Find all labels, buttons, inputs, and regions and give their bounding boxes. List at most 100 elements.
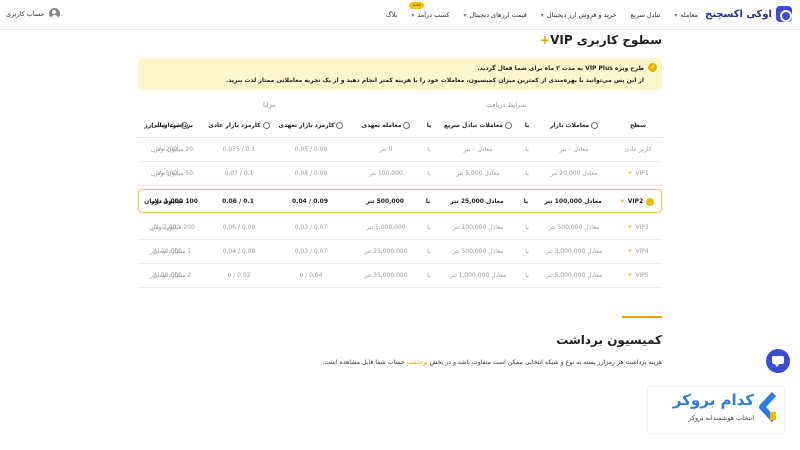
cell-crypto-withdraw: 50,000 دلار <box>150 272 182 279</box>
info-icon[interactable] <box>505 122 513 129</box>
commission-title: کمیسیون برداشت <box>556 333 662 347</box>
cell-crypto-withdraw: 500 دلار <box>154 170 178 177</box>
current-level-coin-icon <box>646 198 655 206</box>
nav-item-prices[interactable]: قیمت ارزهای دیجیتال ▾ <box>463 11 526 19</box>
site-logo[interactable]: اوکی اکسچنج <box>705 6 792 22</box>
commission-text-part: هزینه برداشت هر رمزارز بسته به نوع و شبک… <box>427 359 662 366</box>
table-row: VIP1 + معادل 20,000 تتر یا معادل 5,000 تتر یا… <box>138 162 662 186</box>
plus-icon: + <box>619 198 625 205</box>
withdraw-link[interactable]: برداشت <box>407 359 428 366</box>
cell-spot-fee: 0.02 / 0 <box>227 272 251 279</box>
vip-levels-table: سطح معاملات بازار یا معاملات تبادل سریع … <box>138 114 662 288</box>
nav-item-blog[interactable]: بلاگ <box>386 11 398 19</box>
header-or: یا <box>524 122 530 129</box>
new-badge: جدید <box>409 2 425 9</box>
cell-margin-fee: 0.04 / 0 <box>299 272 323 279</box>
header-level: سطح <box>629 122 647 129</box>
chevron-down-icon: ▾ <box>463 11 467 19</box>
cell-margin-volume: 100,000 تتر <box>369 170 403 177</box>
nav-item-trade[interactable]: معامله ▾ <box>674 11 698 19</box>
chevron-logo-icon <box>759 392 777 422</box>
cell-spot-fee: 0.09 / 0.06 <box>222 224 256 231</box>
watermark-subtitle: انتخاب هوشمندانه بروکر <box>688 414 754 422</box>
watermark-logo: کدام بروکر انتخاب هوشمندانه بروکر <box>647 386 785 434</box>
cell-crypto-withdraw: 2,000 دلار <box>151 224 181 231</box>
cell-spot-fee: 0.1 / 0.06 <box>222 198 254 205</box>
cell-or: یا <box>525 170 529 177</box>
notice-line-2: از این پس می‌توانید با بهره‌مندی از کمتر… <box>226 77 644 84</box>
cell-quick-swap: معادل 100,000 تتر <box>452 224 504 231</box>
account-menu[interactable]: حساب کاربری <box>6 8 60 19</box>
top-navbar: اوکی اکسچنج معامله ▾ تبادل سریع خرید و فر… <box>0 0 800 30</box>
cell-quick-swap: معادل 1,000,000 تتر <box>449 272 507 279</box>
vip-plus-notice: ✓ طرح ویژه VIP Plus به مدت ۳ ماه برای شم… <box>138 58 662 90</box>
header-quick-swap-trades: معاملات تبادل سریع <box>436 114 520 138</box>
cell-or: یا <box>525 248 529 255</box>
chat-support-button[interactable] <box>766 349 790 373</box>
cell-level: VIP5 + <box>614 264 662 288</box>
info-icon[interactable] <box>180 122 188 129</box>
cell-crypto-withdraw: 200 دلار <box>154 146 178 153</box>
info-icon[interactable] <box>262 122 270 129</box>
cell-or: یا <box>525 224 529 231</box>
level-name: VIP3 <box>635 224 649 231</box>
plus-icon: + <box>627 248 633 255</box>
cell-margin-fee: 0.09 / 0.05 <box>294 146 328 153</box>
cell-quick-swap: معادل ۰ تتر <box>463 146 493 153</box>
cell-spot-fee: 0.1 / 0.07 <box>224 170 254 177</box>
cell-spot-fee: 0.08 / 0.04 <box>222 248 256 255</box>
header-or: یا <box>426 122 432 129</box>
cell-level: کاربر عادی <box>614 138 662 162</box>
cell-or: یا <box>427 146 431 153</box>
chevron-down-icon: ▾ <box>540 11 544 19</box>
table-row: VIP4 + معادل 3,000,000 تتر یا معادل 500,000 … <box>138 240 662 264</box>
cell-market: معادل ۰ تتر <box>559 146 589 153</box>
info-icon[interactable] <box>336 122 344 129</box>
cell-crypto-withdraw: 1,000 دلار <box>150 198 184 205</box>
table-row: کاربر عادی معادل ۰ تتر یا معادل ۰ تتر یا 0 تت… <box>138 138 662 162</box>
commission-text-part: حساب شما قابل مشاهده است. <box>322 359 407 366</box>
cell-quick-swap: معادل 25,000 تتر <box>450 198 504 205</box>
cell-or: یا <box>523 198 529 205</box>
cell-market: معادل 5,000,000 تتر <box>545 272 603 279</box>
level-name: VIP1 <box>635 170 649 177</box>
cell-crypto-withdraw: 10,000 دلار <box>150 248 182 255</box>
watermark-title: کدام بروکر <box>672 391 754 409</box>
table-row: VIP5 + معادل 5,000,000 تتر یا معادل 1,000,00… <box>138 264 662 288</box>
header-crypto-withdraw: برداشت ارز <box>138 114 194 138</box>
logo-text: اوکی اکسچنج <box>705 8 772 20</box>
header-margin-trade: معامله تعهدی <box>350 114 422 138</box>
level-name: VIP4 <box>635 248 649 255</box>
nav-label: تبادل سریع <box>630 11 661 19</box>
cell-quick-swap: معادل 5,000 تتر <box>456 170 500 177</box>
info-icon[interactable] <box>591 122 599 129</box>
cell-level: VIP1 + <box>614 162 662 186</box>
cell-margin-fee: 0.07 / 0.03 <box>294 248 328 255</box>
level-name: VIP2 <box>627 198 644 205</box>
commission-description: هزینه برداشت هر رمزارز بسته به نوع و شبک… <box>323 359 662 366</box>
level-name: VIP5 <box>635 272 649 279</box>
nav-label: بلاگ <box>385 11 398 19</box>
main-nav: معامله ▾ تبادل سریع خرید و فروش ارز دیجیت… <box>386 0 698 30</box>
page-title: سطوح کاربری VIP+ <box>540 33 662 47</box>
cell-market: معادل 20,000 تتر <box>550 170 598 177</box>
cell-margin-volume: 500,000 تتر <box>366 198 404 205</box>
header-spot-fee: کارمزد بازار عادی <box>206 114 272 138</box>
cell-level: VIP3 + <box>614 216 662 240</box>
header-margin-fee: کارمزد بازار تعهدی <box>272 114 350 138</box>
group-benefits: مزایا <box>263 101 276 109</box>
check-icon: ✓ <box>648 63 657 72</box>
cell-market: معادل 500,000 تتر <box>548 224 600 231</box>
account-label: حساب کاربری <box>6 9 45 18</box>
cell-margin-volume: 35,000,000 تتر <box>364 272 408 279</box>
plus-icon: + <box>627 272 633 279</box>
nav-item-earn[interactable]: کسب درآمد جدید ▾ <box>409 2 449 19</box>
nav-item-buy-sell[interactable]: خرید و فروش ارز دیجیتال ▾ <box>541 11 617 19</box>
cell-market: معادل 3,000,000 تتر <box>545 248 603 255</box>
info-icon[interactable] <box>403 122 411 129</box>
table-row-current-level: VIP2 + معادل 100,000 تتر یا معادل 25,000 تتر… <box>138 189 662 213</box>
cell-spot-fee: 0.1 / 0.075 <box>222 146 256 153</box>
cell-quick-swap: معادل 500,000 تتر <box>452 248 504 255</box>
nav-item-quick-swap[interactable]: تبادل سریع <box>631 11 661 19</box>
plus-icon: + <box>627 224 633 231</box>
